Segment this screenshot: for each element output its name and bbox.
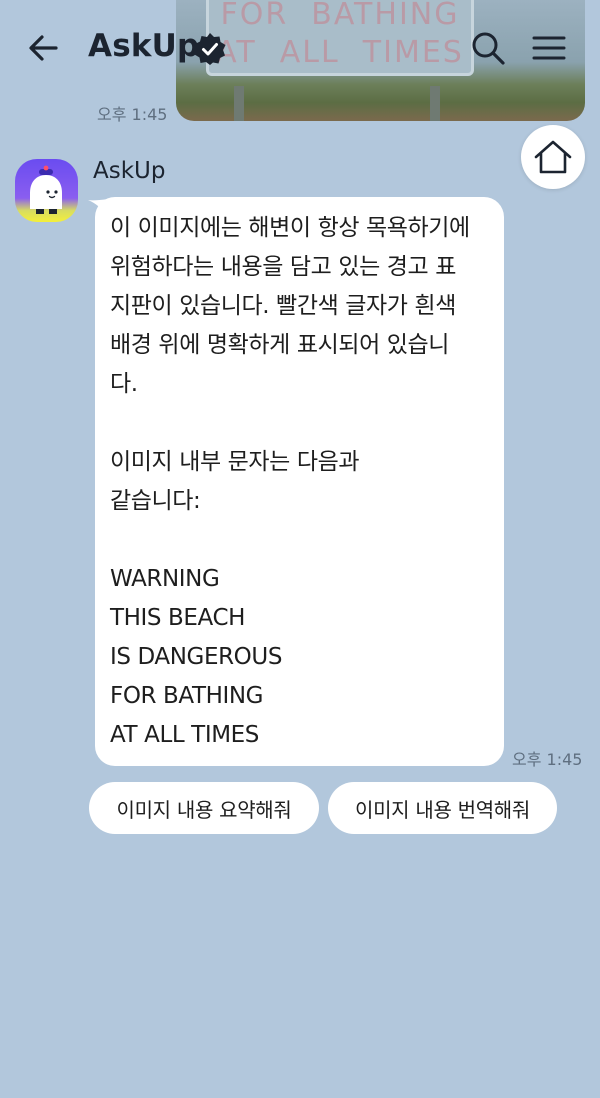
quick-reply-translate-button[interactable]: 이미지 내용 번역해줘 — [328, 782, 557, 834]
chat-header: AskUp — [0, 0, 600, 96]
message-text: 이 이미지에는 해변이 항상 목욕하기에 위험하다는 내용을 담고 있는 경고 … — [110, 215, 470, 748]
message-time: 오후 1:45 — [512, 750, 583, 769]
message-bubble[interactable]: 이 이미지에는 해변이 항상 목욕하기에 위험하다는 내용을 담고 있는 경고 … — [95, 197, 504, 766]
back-arrow-icon[interactable] — [26, 30, 62, 66]
askup-avatar-icon — [15, 159, 78, 222]
home-button[interactable] — [521, 125, 585, 189]
verified-badge-icon — [194, 33, 226, 65]
search-icon[interactable] — [470, 30, 506, 66]
home-icon — [534, 140, 572, 174]
menu-icon[interactable] — [530, 30, 568, 66]
avatar[interactable] — [15, 159, 78, 222]
chat-title: AskUp — [88, 28, 200, 64]
sender-name: AskUp — [93, 158, 166, 184]
previous-message-time: 오후 1:45 — [97, 105, 168, 124]
quick-reply-summarize-button[interactable]: 이미지 내용 요약해줘 — [89, 782, 319, 834]
